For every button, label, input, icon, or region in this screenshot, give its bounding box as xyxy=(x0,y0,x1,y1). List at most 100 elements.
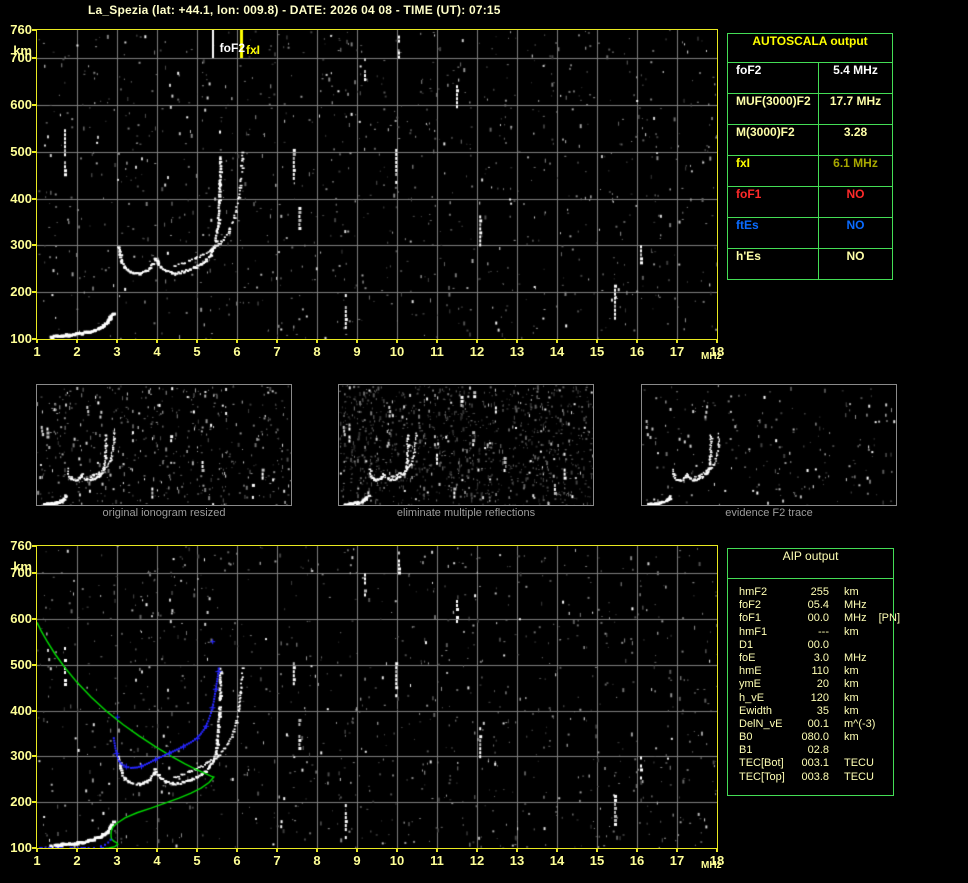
x-axis-tick-label: 5 xyxy=(186,854,208,868)
freq-unit-label: MHz xyxy=(701,351,722,362)
aip-row-value: 35 xyxy=(795,705,829,717)
thumbnail-caption-original: original ionogram resized xyxy=(36,507,292,519)
x-axis-tick-label: 15 xyxy=(586,854,608,868)
aip-row-name: Ewidth xyxy=(739,705,795,717)
x-axis-tick-label: 2 xyxy=(66,854,88,868)
x-axis-tick-label: 9 xyxy=(346,854,368,868)
x-axis-tick-label: 4 xyxy=(146,854,168,868)
aip-row-unit: MHz xyxy=(844,652,867,664)
x-axis-tick-label: 8 xyxy=(306,345,328,359)
x-axis-tick-label: 16 xyxy=(626,854,648,868)
aip-table-rows: hmF2255kmfoF205.4MHzfoF100.0MHz[PN]hmF1-… xyxy=(728,579,893,784)
y-axis-tick-label: 100 xyxy=(4,332,32,346)
aip-row-unit: MHz xyxy=(844,599,867,611)
x-axis-tick xyxy=(596,339,598,343)
autoscala-row-label: h'Es xyxy=(728,249,819,279)
x-axis-tick xyxy=(436,339,438,343)
aip-row-value: 00.1 xyxy=(795,718,829,730)
aip-row-name: h_vE xyxy=(739,692,795,704)
aip-row-note: [PN] xyxy=(879,612,900,624)
y-axis-tick-label: 600 xyxy=(4,98,32,112)
aip-row: hmE110km xyxy=(739,665,893,678)
aip-row-name: foE xyxy=(739,652,795,664)
autoscala-row-label: foF1 xyxy=(728,187,819,217)
y-axis-tick xyxy=(32,664,37,666)
thumbnail-caption-evidence: evidence F2 trace xyxy=(641,507,897,519)
aip-row-value: 20 xyxy=(795,678,829,690)
autoscala-row: foF1NO xyxy=(728,186,892,217)
autoscala-table-rows: foF25.4 MHzMUF(3000)F217.7 MHzM(3000)F23… xyxy=(728,63,892,279)
x-axis-tick-label: 1 xyxy=(26,854,48,868)
y-axis-tick xyxy=(32,151,37,153)
aip-row-value: 003.1 xyxy=(795,757,829,769)
y-axis-tick xyxy=(32,29,37,31)
y-axis-tick-label: 760 xyxy=(4,539,32,553)
autoscala-window: La_Spezia (lat: +44.1, lon: 009.8) - DAT… xyxy=(0,0,968,883)
x-axis-tick-label: 15 xyxy=(586,345,608,359)
x-axis-tick-label: 1 xyxy=(26,345,48,359)
aip-row-name: hmF2 xyxy=(739,586,795,598)
thumbnail-original-ionogram xyxy=(36,384,292,506)
y-axis-tick-label: 400 xyxy=(4,704,32,718)
y-axis-tick xyxy=(32,244,37,246)
x-axis-tick xyxy=(356,339,358,343)
aip-row: TEC[Bot]003.1TECU xyxy=(739,757,893,770)
x-axis-tick-label: 10 xyxy=(386,345,408,359)
autoscala-row-value: NO xyxy=(819,187,892,217)
aip-row-name: B0 xyxy=(739,731,795,743)
x-axis-tick xyxy=(636,339,638,343)
autoscala-row-label: MUF(3000)F2 xyxy=(728,94,819,124)
x-axis-tick xyxy=(36,848,38,852)
aip-row-name: DelN_vE xyxy=(739,718,795,730)
x-axis-tick-label: 7 xyxy=(266,345,288,359)
aip-row: TEC[Top]003.8TECU xyxy=(739,771,893,784)
x-axis-tick-label: 17 xyxy=(666,345,688,359)
aip-row-unit: km xyxy=(844,586,859,598)
x-axis-tick-label: 17 xyxy=(666,854,688,868)
x-axis-tick xyxy=(636,848,638,852)
x-axis-tick xyxy=(116,848,118,852)
aip-row-value: 3.0 xyxy=(795,652,829,664)
y-axis-tick xyxy=(32,545,37,547)
x-axis-tick xyxy=(316,848,318,852)
aip-row-name: foF1 xyxy=(739,612,795,624)
x-axis-tick xyxy=(476,848,478,852)
x-axis-tick-label: 3 xyxy=(106,345,128,359)
profile-ionogram-canvas xyxy=(37,546,717,848)
x-axis-tick-label: 2 xyxy=(66,345,88,359)
x-axis-tick xyxy=(476,339,478,343)
x-axis-tick-label: 7 xyxy=(266,854,288,868)
aip-row-value: 003.8 xyxy=(795,771,829,783)
x-axis-tick xyxy=(716,848,718,852)
autoscala-row: fxI6.1 MHz xyxy=(728,155,892,186)
aip-row-name: foF2 xyxy=(739,599,795,611)
aip-row-value: 110 xyxy=(795,665,829,677)
aip-row: D100.0 xyxy=(739,639,893,652)
x-axis-tick xyxy=(316,339,318,343)
x-axis-tick xyxy=(156,339,158,343)
x-axis-tick xyxy=(76,848,78,852)
thumbnail-evidence-canvas xyxy=(642,385,896,505)
y-axis-tick xyxy=(32,618,37,620)
y-axis-tick xyxy=(32,755,37,757)
y-axis-tick xyxy=(32,291,37,293)
thumbnail-evidence-f2 xyxy=(641,384,897,506)
page-title: La_Spezia (lat: +44.1, lon: 009.8) - DAT… xyxy=(88,3,501,17)
y-axis-tick xyxy=(32,710,37,712)
y-axis-tick-label: 300 xyxy=(4,238,32,252)
y-axis-tick-label: 100 xyxy=(4,841,32,855)
x-axis-tick xyxy=(276,848,278,852)
x-axis-tick-label: 11 xyxy=(426,345,448,359)
autoscala-row-value: NO xyxy=(819,218,892,248)
aip-row-unit: TECU xyxy=(844,757,874,769)
aip-row-name: ymE xyxy=(739,678,795,690)
x-axis-tick xyxy=(716,339,718,343)
aip-row-value: 080.0 xyxy=(795,731,829,743)
aip-row-unit: m^(-3) xyxy=(844,718,875,730)
x-axis-tick-label: 12 xyxy=(466,345,488,359)
x-axis-tick xyxy=(76,339,78,343)
aip-row-name: D1 xyxy=(739,639,795,651)
autoscala-row-label: ftEs xyxy=(728,218,819,248)
aip-row-unit: km xyxy=(844,705,859,717)
aip-row: Ewidth35 km xyxy=(739,705,893,718)
